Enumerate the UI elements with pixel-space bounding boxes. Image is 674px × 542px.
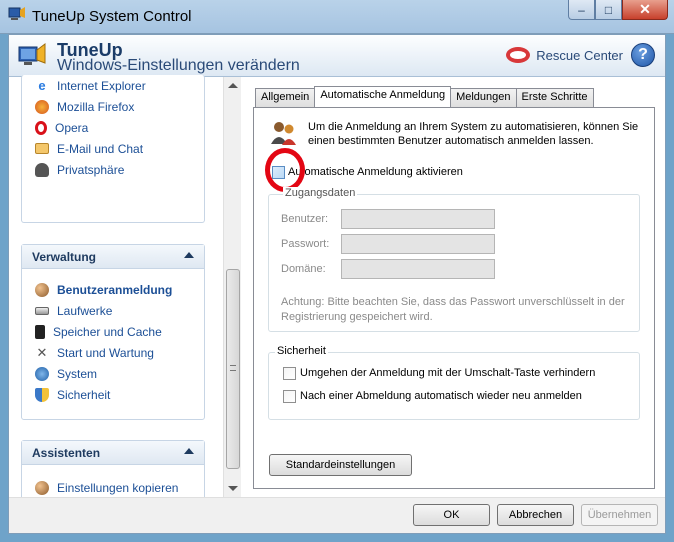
sidebar-item-start-wartung[interactable]: ✕ Start und Wartung	[22, 342, 204, 363]
sidebar-item-privacy[interactable]: Privatsphäre	[22, 159, 204, 180]
sidebar-item-label: Benutzeranmeldung	[57, 282, 173, 297]
intro-text: Um die Anmeldung an Ihrem System zu auto…	[308, 121, 639, 147]
scroll-down-arrow-icon[interactable]	[228, 486, 238, 491]
users-icon	[35, 282, 49, 297]
tab-meldungen[interactable]: Meldungen	[450, 88, 517, 107]
tab-strip: Allgemein Automatische Anmeldung Meldung…	[255, 86, 594, 107]
sidebar-panel-verwaltung: Verwaltung Benutzeranmeldung Laufwerke S…	[21, 244, 205, 420]
user-field[interactable]	[341, 209, 495, 229]
ok-button[interactable]: OK	[413, 504, 490, 526]
auto-relogin-label: Nach einer Abmeldung automatisch wieder …	[300, 390, 582, 402]
sidebar-item-label: Start und Wartung	[57, 345, 154, 360]
mail-icon	[35, 143, 49, 154]
rescue-center-link[interactable]: Rescue Center	[506, 47, 623, 63]
collapse-arrow-icon[interactable]	[184, 252, 194, 258]
sidebar-item-label: Sicherheit	[57, 387, 111, 402]
password-label: Passwort:	[281, 238, 330, 250]
sidebar-item-laufwerke[interactable]: Laufwerke	[22, 300, 204, 321]
defaults-button[interactable]: Standardeinstellungen	[269, 454, 412, 476]
tab-erste-schritte[interactable]: Erste Schritte	[515, 88, 594, 107]
close-button[interactable]: ✕	[622, 0, 668, 20]
rescue-center-label: Rescue Center	[536, 47, 623, 63]
firefox-icon	[35, 99, 49, 114]
caption-buttons: – □ ✕	[568, 0, 668, 22]
domain-label: Domäne:	[281, 263, 326, 275]
panel-header-assistenten[interactable]: Assistenten	[22, 441, 204, 465]
header: TuneUp Windows-Einstellungen verändern R…	[9, 35, 665, 77]
security-title: Sicherheit	[275, 345, 328, 357]
tab-automatische-anmeldung[interactable]: Automatische Anmeldung	[314, 86, 452, 107]
drive-icon	[35, 306, 49, 315]
panel-title: Assistenten	[32, 446, 101, 460]
cancel-button[interactable]: Abbrechen	[497, 504, 574, 526]
sidebar-scrollbar[interactable]	[223, 77, 241, 497]
apply-button[interactable]: Übernehmen	[581, 504, 658, 526]
security-group: Sicherheit Umgehen der Anmeldung mit der…	[268, 345, 640, 420]
credentials-group: Zugangsdaten Benutzer: Passwort: Domäne:…	[268, 187, 640, 332]
sidebar-item-label: Mozilla Firefox	[57, 99, 135, 114]
password-field[interactable]	[341, 234, 495, 254]
title-bar: TuneUp System Control – □ ✕	[0, 0, 674, 34]
sidebar-item-internet-explorer[interactable]: e Internet Explorer	[22, 75, 204, 96]
maximize-button[interactable]: □	[595, 0, 622, 20]
highlight-circle	[265, 148, 305, 192]
minimize-button[interactable]: –	[568, 0, 595, 20]
panel-header-verwaltung[interactable]: Verwaltung	[22, 245, 204, 269]
lifebuoy-icon	[506, 47, 531, 63]
panel-title: Verwaltung	[32, 250, 97, 264]
help-icon[interactable]: ?	[631, 43, 655, 67]
auto-login-label: Automatische Anmeldung aktivieren	[288, 166, 463, 178]
shield-icon	[35, 387, 49, 402]
sidebar-item-label: Privatsphäre	[57, 162, 125, 177]
sidebar-item-label: System	[57, 366, 98, 381]
sidebar-item-einstellungen-kopieren[interactable]: Einstellungen kopieren	[22, 477, 204, 498]
prevent-shift-bypass-label: Umgehen der Anmeldung mit der Umschalt-T…	[300, 367, 596, 379]
memory-icon	[35, 324, 45, 339]
footer: OK Abbrechen Übernehmen	[9, 497, 665, 533]
tab-panel: Um die Anmeldung an Ihrem System zu auto…	[253, 107, 655, 489]
tab-allgemein[interactable]: Allgemein	[255, 88, 316, 107]
password-warning: Achtung: Bitte beachten Sie, dass das Pa…	[281, 296, 625, 323]
sidebar-item-email[interactable]: E-Mail und Chat	[22, 138, 204, 159]
sidebar-item-label: Laufwerke	[57, 303, 113, 318]
credentials-title: Zugangsdaten	[283, 187, 358, 199]
tuneup-app-icon	[8, 7, 25, 20]
users-icon	[271, 122, 296, 145]
domain-field[interactable]	[341, 259, 495, 279]
window-client: TuneUp Windows-Einstellungen verändern R…	[8, 34, 666, 534]
sidebar-item-label: Internet Explorer	[57, 78, 146, 93]
sidebar-item-label: E-Mail und Chat	[57, 141, 144, 156]
sidebar-item-system[interactable]: System	[22, 363, 204, 384]
prevent-shift-bypass-checkbox[interactable]	[283, 367, 296, 380]
sidebar-item-speicher[interactable]: Speicher und Cache	[22, 321, 204, 342]
tools-icon: ✕	[36, 344, 48, 360]
copy-settings-icon	[35, 480, 49, 495]
collapse-arrow-icon[interactable]	[184, 448, 194, 454]
sidebar-item-benutzeranmeldung[interactable]: Benutzeranmeldung	[22, 279, 204, 300]
privacy-icon	[35, 162, 49, 177]
sidebar-item-label: Speicher und Cache	[53, 324, 162, 339]
sidebar: e Internet Explorer Mozilla Firefox Oper…	[9, 75, 241, 512]
user-label: Benutzer:	[281, 213, 329, 225]
sidebar-item-opera[interactable]: Opera	[22, 117, 204, 138]
window-title: TuneUp System Control	[32, 8, 192, 25]
sidebar-item-label: Einstellungen kopieren	[57, 480, 179, 495]
sidebar-item-firefox[interactable]: Mozilla Firefox	[22, 96, 204, 117]
sidebar-item-sicherheit[interactable]: Sicherheit	[22, 384, 204, 405]
scroll-thumb[interactable]	[226, 269, 240, 469]
tuneup-logo-icon	[18, 43, 46, 65]
grip-icon	[230, 365, 236, 371]
sidebar-panel-top: e Internet Explorer Mozilla Firefox Oper…	[21, 75, 205, 223]
page-subtitle: Windows-Einstellungen verändern	[57, 57, 300, 74]
system-icon	[35, 366, 49, 381]
sidebar-item-label: Opera	[55, 120, 89, 135]
internet-explorer-icon: e	[38, 78, 46, 93]
opera-icon	[35, 120, 47, 135]
auto-relogin-checkbox[interactable]	[283, 390, 296, 403]
scroll-up-arrow-icon[interactable]	[228, 83, 238, 88]
